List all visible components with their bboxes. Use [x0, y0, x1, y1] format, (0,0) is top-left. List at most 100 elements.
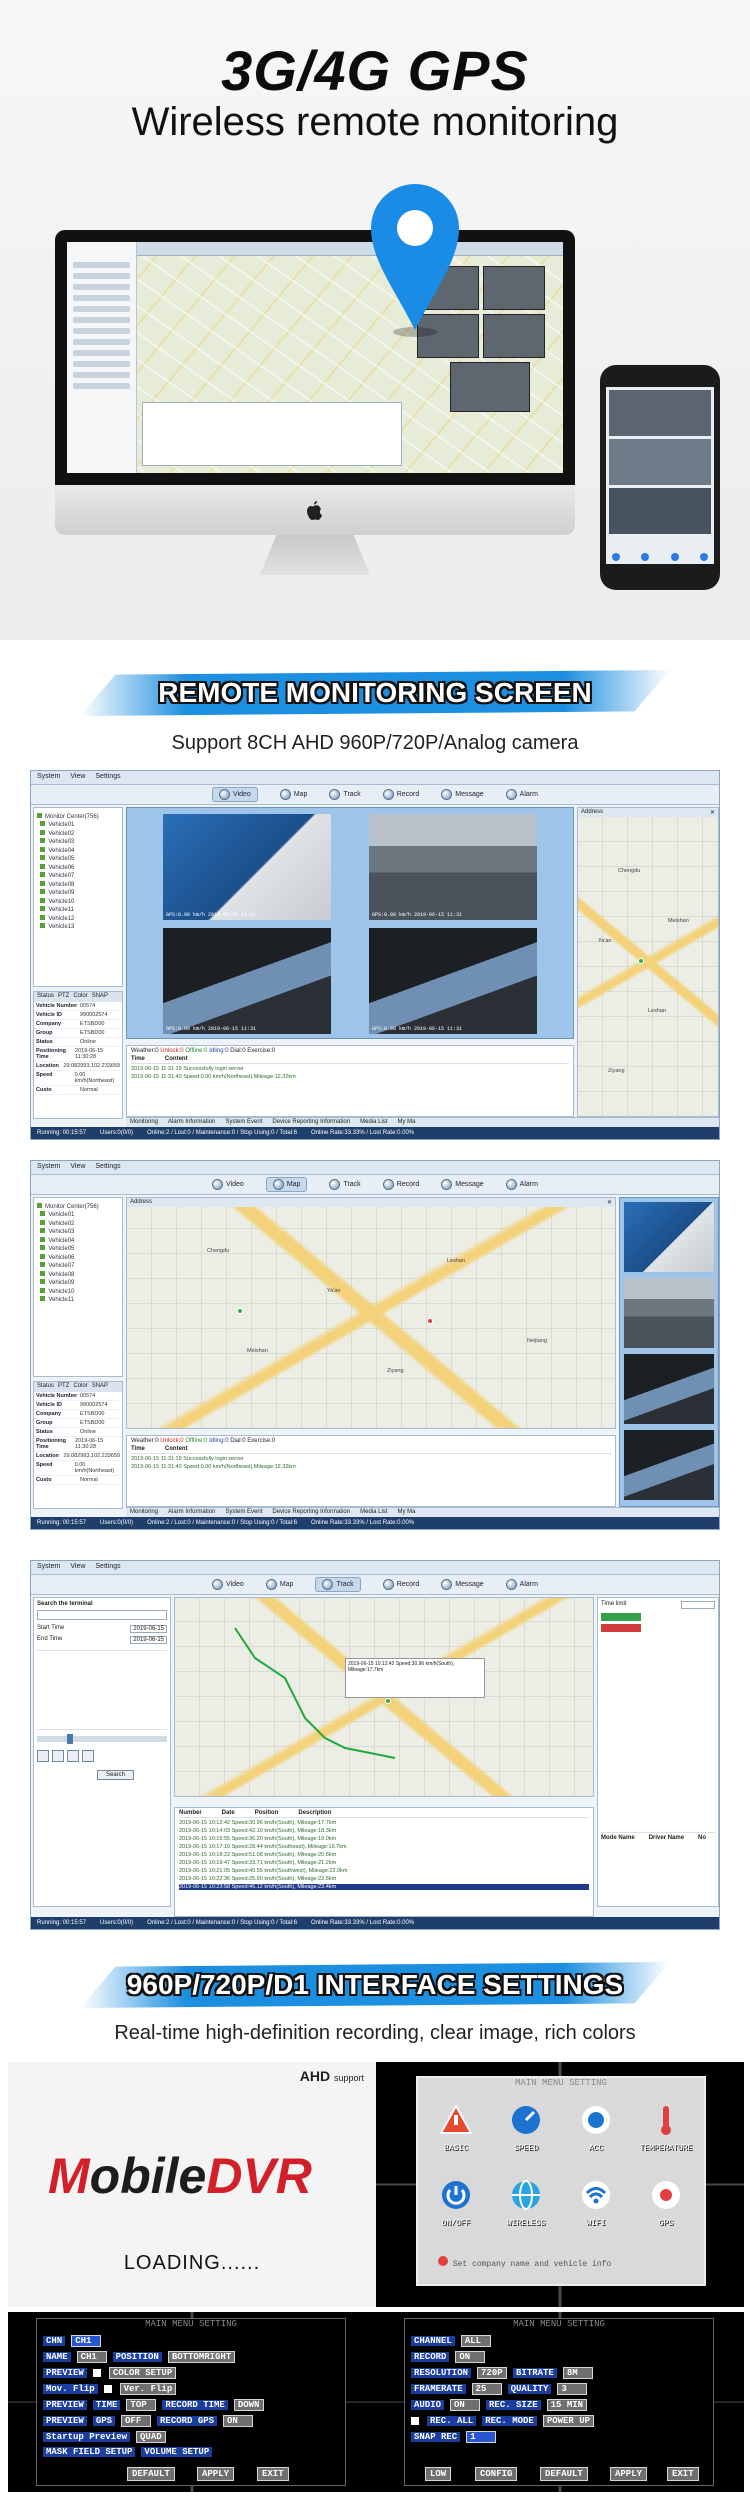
osd-row[interactable]: NAME CH1 POSITION BOTTOMRIGHT	[43, 2351, 236, 2363]
tab-media-list[interactable]: Media List	[360, 1119, 387, 1126]
osd-row[interactable]: AUDIO ON REC. SIZE 15 MIN	[411, 2399, 588, 2411]
track-row[interactable]: 2019-06-15 10:18:22 Speed:51.08 km/h(Sou…	[179, 1852, 589, 1858]
camera-feed-3[interactable]: GPS:0.00 km/h 2019-06-15 11:31	[163, 928, 331, 1034]
track-row[interactable]: 2019-06-15 10:17:10 Speed:28.44 km/h(Sou…	[179, 1844, 589, 1850]
map-close-icon[interactable]: ✕	[710, 809, 715, 816]
track-row[interactable]: 2019-06-15 10:12:42 Speed:30.96 km/h(Sou…	[179, 1820, 589, 1826]
tree-item[interactable]: Vehicle11	[37, 1296, 119, 1303]
menu-wifi[interactable]: WIFI	[566, 2178, 626, 2228]
osd-row[interactable]: RESOLUTION 720P BITRATE 8M	[411, 2367, 593, 2379]
menu-wireless[interactable]: WIRELESS	[496, 2178, 556, 2228]
track-row[interactable]: 2019-06-15 10:19:47 Speed:33.71 km/h(Sou…	[179, 1860, 589, 1866]
camera-feed-1[interactable]: GPS:0.00 km/h 2019-06-15 11:31	[163, 814, 331, 920]
vehicle-marker-icon[interactable]	[237, 1308, 243, 1314]
tree-item[interactable]: Vehicle10	[37, 1287, 119, 1295]
osd-row[interactable]: SNAP REC 1	[411, 2431, 497, 2443]
osd-row[interactable]: PREVIEW GPS OFF RECORD GPS ON	[43, 2415, 254, 2427]
tree-item[interactable]: Vehicle09	[37, 1279, 119, 1286]
camera-feed-3[interactable]	[624, 1354, 714, 1424]
tree-root[interactable]: Monitor Center(756)	[37, 1202, 119, 1210]
terminal-select[interactable]	[37, 1610, 167, 1620]
toolbar-track-button[interactable]: Track	[329, 789, 361, 800]
tab-my-map[interactable]: My Ma	[397, 1509, 415, 1516]
map-panel[interactable]: Address ✕ Chengdu Ya'an Leshan Meishan Zi…	[577, 807, 719, 1117]
checkbox-icon[interactable]	[103, 2385, 112, 2393]
menu-onoff[interactable]: ON/OFF	[426, 2178, 486, 2228]
default-button[interactable]: DEFAULT	[127, 2467, 175, 2481]
checkbox-icon[interactable]	[92, 2369, 101, 2377]
menu-view[interactable]: View	[70, 1163, 85, 1172]
osd-row[interactable]: Mov. Flip Ver. Flip	[43, 2383, 177, 2395]
default-button[interactable]: DEFAULT	[540, 2467, 588, 2481]
tab-ptz[interactable]: PTZ	[58, 1383, 69, 1391]
toolbar-message-button[interactable]: Message	[441, 789, 484, 800]
tab-snap[interactable]: SNAP	[92, 993, 108, 1001]
menu-system[interactable]: System	[37, 773, 60, 782]
slider-handle[interactable]	[67, 1734, 73, 1744]
menu-settings[interactable]: Settings	[95, 1563, 120, 1572]
step-icon[interactable]	[82, 1750, 94, 1762]
osd-row[interactable]: CHN CH1	[43, 2335, 102, 2347]
exit-button[interactable]: EXIT	[667, 2467, 699, 2481]
osd-row[interactable]: PREVIEW COLOR SETUP	[43, 2367, 177, 2379]
camera-feed-4[interactable]	[624, 1430, 714, 1500]
tree-item[interactable]: Vehicle06	[37, 1253, 119, 1261]
tree-item[interactable]: Vehicle09	[37, 889, 119, 896]
toolbar-track-button[interactable]: Track	[315, 1577, 361, 1592]
tree-item[interactable]: Vehicle08	[37, 880, 119, 888]
play-icon[interactable]	[37, 1750, 49, 1762]
toolbar-alarm-button[interactable]: Alarm	[505, 1579, 538, 1590]
toolbar-message-button[interactable]: Message	[441, 1579, 484, 1590]
menu-settings[interactable]: Settings	[95, 773, 120, 782]
toolbar-alarm-button[interactable]: Alarm	[505, 1179, 538, 1190]
low-button[interactable]: LOW	[425, 2467, 452, 2481]
tab-device-report[interactable]: Device Reporting Information	[272, 1509, 350, 1516]
track-row[interactable]: 2019-06-15 10:22:36 Speed:25.90 km/h(Sou…	[179, 1876, 589, 1882]
track-row-selected[interactable]: 2019-06-15 10:23:58 Speed:46.12 km/h(Sou…	[179, 1884, 589, 1890]
toolbar-record-button[interactable]: Record	[382, 1179, 419, 1190]
osd-row[interactable]: MASK FIELD SETUP VOLUME SETUP	[43, 2447, 213, 2457]
camera-feed-4[interactable]: GPS:0.00 km/h 2019-06-15 11:31	[369, 928, 537, 1034]
tab-snap[interactable]: SNAP	[92, 1383, 108, 1391]
menu-speed[interactable]: SPEED	[496, 2103, 556, 2153]
menu-system[interactable]: System	[37, 1163, 60, 1172]
main-map[interactable]: Address ✕ Chengdu Ya'an Leshan Meishan Zi…	[126, 1197, 616, 1429]
tree-item[interactable]: Vehicle06	[37, 863, 119, 871]
tree-item[interactable]: Vehicle04	[37, 846, 119, 854]
menu-view[interactable]: View	[70, 773, 85, 782]
tab-media-list[interactable]: Media List	[360, 1509, 387, 1516]
tab-system-event[interactable]: System Event	[225, 1119, 262, 1126]
playback-slider[interactable]	[37, 1734, 167, 1744]
tree-item[interactable]: Vehicle05	[37, 855, 119, 862]
camera-feed-2[interactable]: GPS:0.00 km/h 2019-06-15 11:31	[369, 814, 537, 920]
config-button[interactable]: CONFIG	[475, 2467, 518, 2481]
tree-item[interactable]: Vehicle05	[37, 1245, 119, 1252]
tab-ptz[interactable]: PTZ	[58, 993, 69, 1001]
tree-item[interactable]: Vehicle13	[37, 923, 119, 930]
stop-icon[interactable]	[67, 1750, 79, 1762]
exit-button[interactable]: EXIT	[257, 2467, 289, 2481]
track-row[interactable]: 2019-06-15 10:15:55 Speed:36.20 km/h(Sou…	[179, 1836, 589, 1842]
menu-view[interactable]: View	[70, 1563, 85, 1572]
tree-item[interactable]: Vehicle07	[37, 1262, 119, 1269]
toolbar-video-button[interactable]: Video	[212, 1179, 244, 1190]
tab-status[interactable]: Status	[37, 993, 54, 1001]
toolbar-map-button[interactable]: Map	[265, 1177, 308, 1192]
tab-monitoring[interactable]: Monitoring	[130, 1509, 158, 1516]
end-time-input[interactable]: 2019-06-15	[130, 1636, 167, 1644]
menu-settings[interactable]: Settings	[95, 1163, 120, 1172]
tab-monitoring[interactable]: Monitoring	[130, 1119, 158, 1126]
tree-item[interactable]: Vehicle03	[37, 1228, 119, 1235]
osd-row[interactable]: RECORD ON	[411, 2351, 486, 2363]
pause-icon[interactable]	[52, 1750, 64, 1762]
search-button[interactable]: Search	[97, 1770, 135, 1780]
tab-alarm-info[interactable]: Alarm Information	[168, 1509, 215, 1516]
tab-status[interactable]: Status	[37, 1383, 54, 1391]
map-close-icon[interactable]: ✕	[607, 1199, 612, 1206]
track-row[interactable]: 2019-06-15 10:21:05 Speed:40.55 km/h(Sou…	[179, 1868, 589, 1874]
time-limit-input[interactable]	[681, 1601, 715, 1609]
osd-row[interactable]: FRAMERATE 25 QUALITY 3	[411, 2383, 588, 2395]
tree-item[interactable]: Vehicle02	[37, 1219, 119, 1227]
tab-device-report[interactable]: Device Reporting Information	[272, 1119, 350, 1126]
tree-item[interactable]: Vehicle03	[37, 838, 119, 845]
